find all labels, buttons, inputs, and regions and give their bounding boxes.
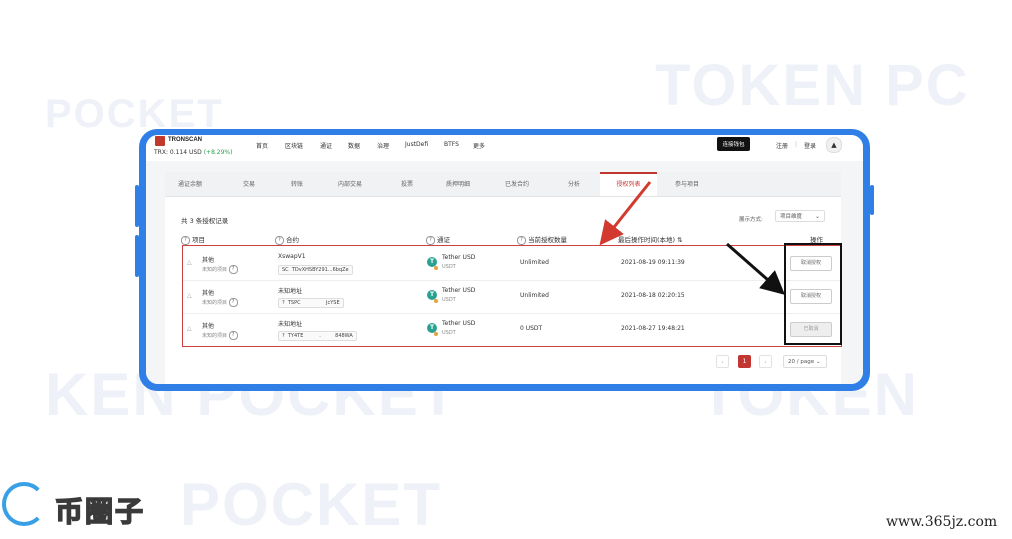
page-size-select[interactable]: 20 / page ⌄ <box>783 355 827 368</box>
column-contract-label: 合约 <box>286 236 299 244</box>
tab-issued-contracts[interactable]: 已发合约 <box>505 172 529 196</box>
tab-stake-details[interactable]: 质押明细 <box>446 172 470 196</box>
column-time-label: 最后操作时间(本地) <box>618 236 676 244</box>
nav-data[interactable]: 数据 <box>348 141 360 150</box>
nav-tokens[interactable]: 通证 <box>320 141 332 150</box>
page-size-value: 20 / page <box>788 359 815 365</box>
phone-side-button <box>870 185 874 215</box>
column-amount: ? 当前授权数量 <box>517 234 567 245</box>
nav-more[interactable]: 更多 <box>473 141 485 150</box>
phone-frame: TRONSCAN TRX: 0.114 USD (+8.29%) 首页 区块链 … <box>139 129 870 391</box>
pagination-next[interactable]: › <box>759 355 772 368</box>
nav-blockchain[interactable]: 区块链 <box>285 141 303 150</box>
nav-btfs[interactable]: BTFS <box>444 141 459 148</box>
brand-ring-icon <box>2 482 46 526</box>
brand-logo: 币圈子 <box>0 480 160 530</box>
column-time: 最后操作时间(本地) ⇅ <box>618 234 683 244</box>
highlight-actions-box <box>784 243 842 345</box>
sort-label: 展示方式: <box>739 217 763 223</box>
screen: TRONSCAN TRX: 0.114 USD (+8.29%) 首页 区块链 … <box>146 135 863 384</box>
connect-wallet-button[interactable]: 连接钱包 <box>717 137 750 151</box>
nav-justdefi[interactable]: JustDefi <box>405 141 428 148</box>
records-count: 共 3 条授权记录 <box>181 217 229 225</box>
account-card: 通证余额 交易 转账 内部交易 投票 质押明细 已发合约 分析 授权列表 参与项… <box>165 172 842 384</box>
sort-toggle-icon[interactable]: ⇅ <box>677 236 682 244</box>
watermark-pocket-bottom: POCKET <box>180 471 443 538</box>
chevron-down-icon: ⌄ <box>815 359 821 365</box>
graduation-cap-icon[interactable]: ▲ <box>826 137 842 153</box>
tronscan-logo[interactable]: TRONSCAN <box>168 137 202 143</box>
help-icon[interactable]: ? <box>517 235 526 245</box>
column-project-label: 项目 <box>192 236 205 244</box>
site-url: www.365jz.com <box>886 514 998 530</box>
brand-name: 币圈子 <box>54 494 146 529</box>
highlight-approvals-box <box>182 245 842 347</box>
help-icon[interactable]: ? <box>275 235 284 245</box>
topbar-separator: | <box>795 141 798 148</box>
column-project: ? 项目 <box>181 234 205 245</box>
pagination-prev[interactable]: ‹ <box>716 355 729 368</box>
tronscan-logo-icon[interactable] <box>155 136 165 146</box>
nav-governance[interactable]: 治理 <box>377 141 389 150</box>
nav-home[interactable]: 首页 <box>256 141 268 150</box>
login-link[interactable]: 登录 <box>804 141 816 150</box>
register-link[interactable]: 注册 <box>776 141 788 150</box>
column-amount-label: 当前授权数量 <box>528 236 567 244</box>
tab-internal-transactions[interactable]: 内部交易 <box>338 172 362 196</box>
trx-price: TRX: 0.114 USD (+8.29%) <box>154 149 232 156</box>
trx-price-value: TRX: 0.114 USD <box>154 149 202 156</box>
column-token: ? 通证 <box>426 234 450 245</box>
tab-transfers[interactable]: 转账 <box>291 172 303 196</box>
column-token-label: 通证 <box>437 236 450 244</box>
tab-bar: 通证余额 交易 转账 内部交易 投票 质押明细 已发合约 分析 授权列表 参与项… <box>165 172 841 197</box>
watermark-token-pc: TOKEN PC <box>655 53 970 118</box>
tab-participating-projects[interactable]: 参与项目 <box>675 172 699 196</box>
trx-price-change: (+8.29%) <box>203 149 233 156</box>
chevron-down-icon: ⌄ <box>814 213 820 220</box>
sort-select[interactable]: 项目维度 ⌄ <box>775 210 825 222</box>
tab-approval-list[interactable]: 授权列表 <box>600 172 657 196</box>
tab-token-balance[interactable]: 通证余额 <box>178 172 202 196</box>
top-navbar: TRONSCAN TRX: 0.114 USD (+8.29%) 首页 区块链 … <box>146 135 863 161</box>
main-content: 通证余额 交易 转账 内部交易 投票 质押明细 已发合约 分析 授权列表 参与项… <box>146 161 863 384</box>
column-contract: ? 合约 <box>275 234 299 245</box>
help-icon[interactable]: ? <box>181 235 190 245</box>
help-icon[interactable]: ? <box>426 235 435 245</box>
sort-select-value: 项目维度 <box>780 214 803 220</box>
tab-analysis[interactable]: 分析 <box>568 172 580 196</box>
pagination-page-current[interactable]: 1 <box>738 355 751 368</box>
tab-votes[interactable]: 投票 <box>401 172 413 196</box>
tab-transactions[interactable]: 交易 <box>243 172 255 196</box>
